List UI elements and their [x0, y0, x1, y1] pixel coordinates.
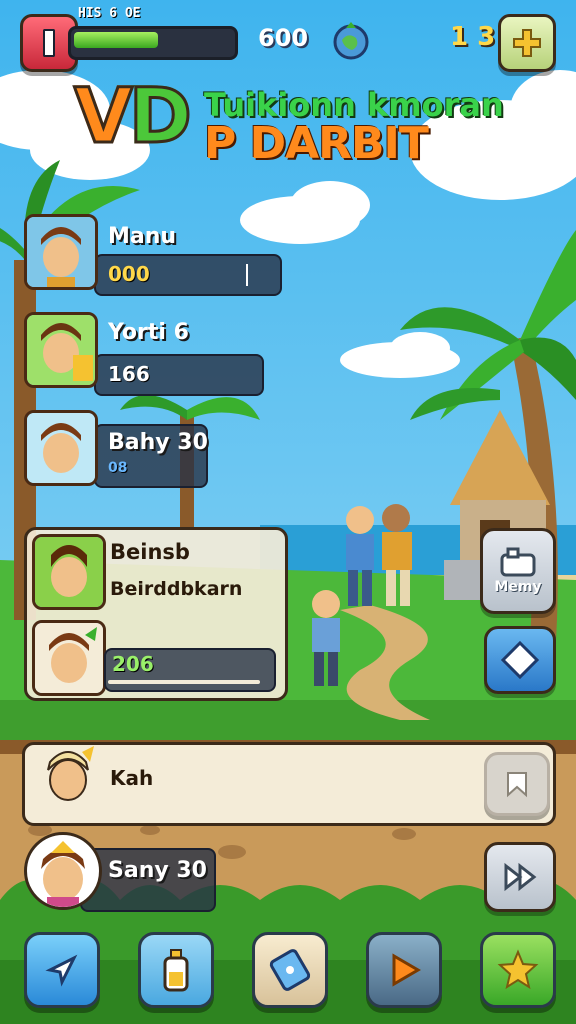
chat-avatar [38, 742, 98, 808]
bottom-button-play[interactable] [366, 932, 442, 1008]
fast-forward-icon [504, 862, 537, 892]
pause-icon-bar [43, 29, 55, 57]
roster-value-3: 08 [108, 460, 128, 476]
roster-divider-1 [246, 264, 248, 286]
health-bar [68, 26, 238, 60]
bottle-icon [163, 949, 189, 992]
star-icon [497, 949, 539, 990]
bottom-button-device[interactable] [252, 932, 328, 1008]
selected-subtitle: Beirddbkarn [110, 578, 243, 600]
map-button[interactable]: Memy [480, 528, 556, 614]
forward-button[interactable] [484, 842, 556, 912]
bottom-button-send[interactable] [24, 932, 100, 1008]
health-bar-fill [74, 32, 158, 48]
player-avatar[interactable] [24, 832, 102, 910]
avatar-1[interactable] [24, 214, 98, 290]
selected-progress-fill [108, 680, 260, 684]
camera-icon [500, 547, 536, 577]
globe-icon[interactable] [328, 20, 374, 60]
selected-value: 206 [112, 652, 154, 676]
player-name: Sany 30 [108, 858, 207, 883]
add-button[interactable] [498, 14, 556, 72]
selected-name: Beinsb [110, 540, 190, 564]
diamond-icon [500, 640, 540, 680]
title-line-2: P DARBIT [204, 118, 429, 169]
health-label: HIS 6 OE [78, 6, 141, 21]
chat-name: Kah [110, 766, 154, 790]
device-icon [269, 949, 311, 991]
avatar-2[interactable] [24, 312, 98, 388]
chat-action-button[interactable] [484, 752, 550, 816]
logo-letters: VD [73, 76, 194, 155]
chat-panel[interactable] [22, 742, 556, 826]
diamond-button[interactable] [484, 626, 556, 694]
bottom-button-star[interactable] [480, 932, 556, 1008]
coin-counter: 600 [258, 24, 309, 52]
map-label: Memy [494, 579, 542, 595]
bottom-button-bottle[interactable] [138, 932, 214, 1008]
avatar-selected [32, 534, 106, 610]
roster-value-1: 000 [108, 262, 150, 286]
avatar-selected-2 [32, 620, 106, 696]
send-arrow-icon [45, 954, 78, 987]
logo-letters-text: VD [73, 71, 194, 160]
play-icon [392, 953, 421, 987]
roster-name-2: Yorti 6 [108, 320, 189, 345]
roster-value-2: 166 [108, 362, 150, 386]
avatar-3[interactable] [24, 410, 98, 486]
roster-name-3: Bahy 30 [108, 430, 208, 455]
plus-icon [513, 29, 541, 57]
gem-counter: 1 3 [450, 22, 496, 52]
bookmark-icon [507, 772, 527, 798]
roster-name-1: Manu [108, 224, 177, 249]
